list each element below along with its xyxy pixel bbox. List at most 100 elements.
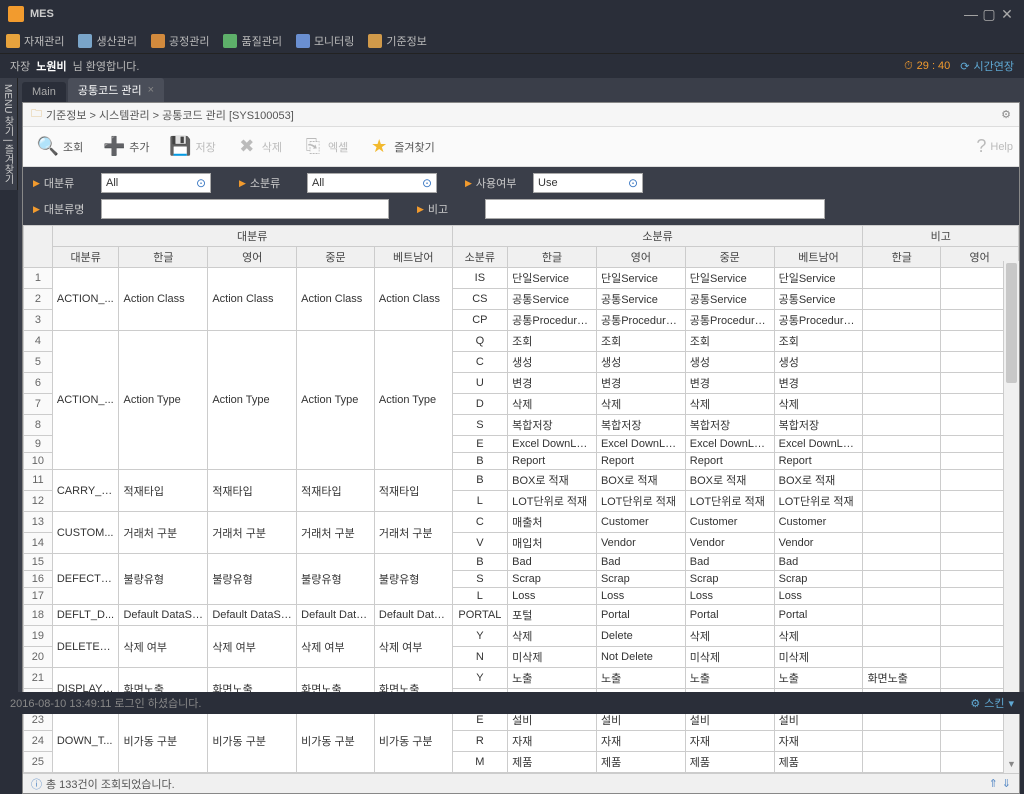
cell-remark-ko — [863, 352, 941, 373]
group-cell: 삭제 여부 — [297, 626, 375, 668]
cell: 생성 — [774, 352, 863, 373]
cell: Excel DownLoad — [508, 436, 597, 453]
filter-use-select[interactable]: Use⊙ — [533, 173, 643, 193]
cell: 변경 — [685, 373, 774, 394]
close-button[interactable]: ✕ — [998, 6, 1016, 23]
help-button[interactable]: ?Help — [976, 136, 1013, 157]
row-number: 14 — [24, 533, 53, 554]
table-row[interactable]: 19DELETE_F...삭제 여부삭제 여부삭제 여부삭제 여부Y삭제Dele… — [24, 626, 1019, 647]
add-button[interactable]: ➕추가 — [95, 132, 157, 162]
cell: 미삭제 — [774, 647, 863, 668]
column-header[interactable]: 대분류 — [52, 247, 119, 268]
filter-major-select[interactable]: All⊙ — [101, 173, 211, 193]
table-row[interactable]: 13CUSTOM...거래처 구분거래처 구분거래처 구분거래처 구분C매출처C… — [24, 512, 1019, 533]
cell: 매입처 — [508, 533, 597, 554]
menu-item-1[interactable]: 생산관리 — [78, 33, 136, 49]
cell: Excel DownLoad — [685, 436, 774, 453]
group-cell: 거래처 구분 — [374, 512, 452, 554]
cell: 노출 — [685, 668, 774, 689]
tab-common-code[interactable]: 공통코드 관리 × — [68, 78, 164, 102]
table-row[interactable]: 4ACTION_...Action TypeAction TypeAction … — [24, 331, 1019, 352]
group-cell: Action Class — [119, 268, 208, 331]
column-header[interactable]: 베트남어 — [374, 247, 452, 268]
filter-majorname-input[interactable] — [101, 199, 389, 219]
scroll-top-icon[interactable]: ⇑ — [989, 777, 998, 790]
table-row[interactable]: 1ACTION_...Action ClassAction ClassActio… — [24, 268, 1019, 289]
extend-label: 시간연장 — [974, 58, 1014, 74]
cell: 삭제 — [508, 394, 597, 415]
triangle-icon: ▶ — [465, 178, 472, 189]
filter-minor-select[interactable]: All⊙ — [307, 173, 437, 193]
excel-button[interactable]: ⎘엑셀 — [294, 132, 356, 162]
cell: LOT단위로 적재 — [685, 491, 774, 512]
breadcrumb: 🗀 기준정보 > 시스템관리 > 공통코드 관리 [SYS100053] ⚙ — [23, 103, 1019, 127]
scroll-bottom-icon[interactable]: ⇓ — [1002, 777, 1011, 790]
maximize-button[interactable]: ▢ — [980, 6, 998, 23]
table-row[interactable]: 11CARRY_T...적재타입적재타입적재타입적재타입BBOX로 적재BOX로… — [24, 470, 1019, 491]
group-cell: Action Class — [208, 268, 297, 331]
cell: 매출처 — [508, 512, 597, 533]
menu-item-4[interactable]: 모니터링 — [296, 33, 354, 49]
gear-icon[interactable]: ⚙ — [1001, 108, 1011, 121]
cell-remark-ko — [863, 588, 941, 605]
row-number: 16 — [24, 571, 53, 588]
grid-wrapper: 대분류 소분류 비고 대분류한글영어중문베트남어소분류한글영어중문베트남어한글영… — [23, 225, 1019, 773]
column-header[interactable]: 한글 — [508, 247, 597, 268]
column-header[interactable]: 영어 — [596, 247, 685, 268]
group-cell: 적재타입 — [374, 470, 452, 512]
data-grid[interactable]: 대분류 소분류 비고 대분류한글영어중문베트남어소분류한글영어중문베트남어한글영… — [23, 225, 1019, 773]
cell: 공통Procedure... — [508, 310, 597, 331]
cell: 자재 — [774, 731, 863, 752]
filter-note-input[interactable] — [485, 199, 825, 219]
search-button[interactable]: 🔍조회 — [29, 132, 91, 162]
menu-icon — [223, 34, 237, 48]
column-header[interactable]: 베트남어 — [774, 247, 863, 268]
cell-remark-ko — [863, 436, 941, 453]
column-header[interactable]: 영어 — [208, 247, 297, 268]
group-cell: Action Type — [297, 331, 375, 470]
table-row[interactable]: 18DEFLT_D...Default DataSo...Default Dat… — [24, 605, 1019, 626]
group-cell: 거래처 구분 — [119, 512, 208, 554]
table-row[interactable]: 15DEFECT_T...불량유형불량유형불량유형불량유형BBadBadBadB… — [24, 554, 1019, 571]
column-header[interactable]: 한글 — [119, 247, 208, 268]
side-panel-tab[interactable]: MENU 찾기 | 즐겨찾기 — [0, 78, 18, 190]
scrollbar-thumb[interactable] — [1006, 263, 1017, 383]
table-row[interactable]: 21DISPLAY_...화면노출화면노출화면노출화면노출Y노출노출노출노출화면… — [24, 668, 1019, 689]
group-cell: 적재타입 — [297, 470, 375, 512]
menu-item-0[interactable]: 자재관리 — [6, 33, 64, 49]
favorite-button[interactable]: ★즐겨찾기 — [360, 132, 442, 162]
column-header[interactable]: 중문 — [685, 247, 774, 268]
group-cell: 불량유형 — [374, 554, 452, 605]
group-cell: 삭제 여부 — [119, 626, 208, 668]
extend-session-button[interactable]: ⟳ 시간연장 — [960, 58, 1014, 74]
save-button[interactable]: 💾저장 — [162, 132, 224, 162]
tab-close-icon[interactable]: × — [148, 84, 154, 96]
group-cell: Default DataSo... — [208, 605, 297, 626]
delete-button[interactable]: ✖삭제 — [228, 132, 290, 162]
scroll-down-icon[interactable]: ▼ — [1004, 759, 1019, 773]
cell-remark-ko — [863, 453, 941, 470]
cell: Bad — [685, 554, 774, 571]
triangle-icon: ▶ — [239, 178, 246, 189]
timer-value: 29 : 40 — [917, 60, 951, 72]
minimize-button[interactable]: — — [962, 6, 980, 22]
cell-remark-ko — [863, 647, 941, 668]
tab-main[interactable]: Main — [22, 82, 66, 102]
cell: BOX로 적재 — [596, 470, 685, 491]
cell: Customer — [685, 512, 774, 533]
column-header[interactable]: 소분류 — [452, 247, 508, 268]
menu-item-3[interactable]: 품질관리 — [223, 33, 281, 49]
menu-icon — [151, 34, 165, 48]
column-header[interactable]: 한글 — [863, 247, 941, 268]
cell: Portal — [596, 605, 685, 626]
cell-remark-ko — [863, 289, 941, 310]
row-number: 20 — [24, 647, 53, 668]
skin-button[interactable]: ⚙ 스킨 ▾ — [970, 695, 1014, 711]
menu-item-5[interactable]: 기준정보 — [368, 33, 426, 49]
cell-remark-ko — [863, 415, 941, 436]
group-cell: 비가동 구분 — [119, 710, 208, 773]
menu-item-2[interactable]: 공정관리 — [151, 33, 209, 49]
cell: Scrap — [774, 571, 863, 588]
row-number: 6 — [24, 373, 53, 394]
column-header[interactable]: 중문 — [297, 247, 375, 268]
